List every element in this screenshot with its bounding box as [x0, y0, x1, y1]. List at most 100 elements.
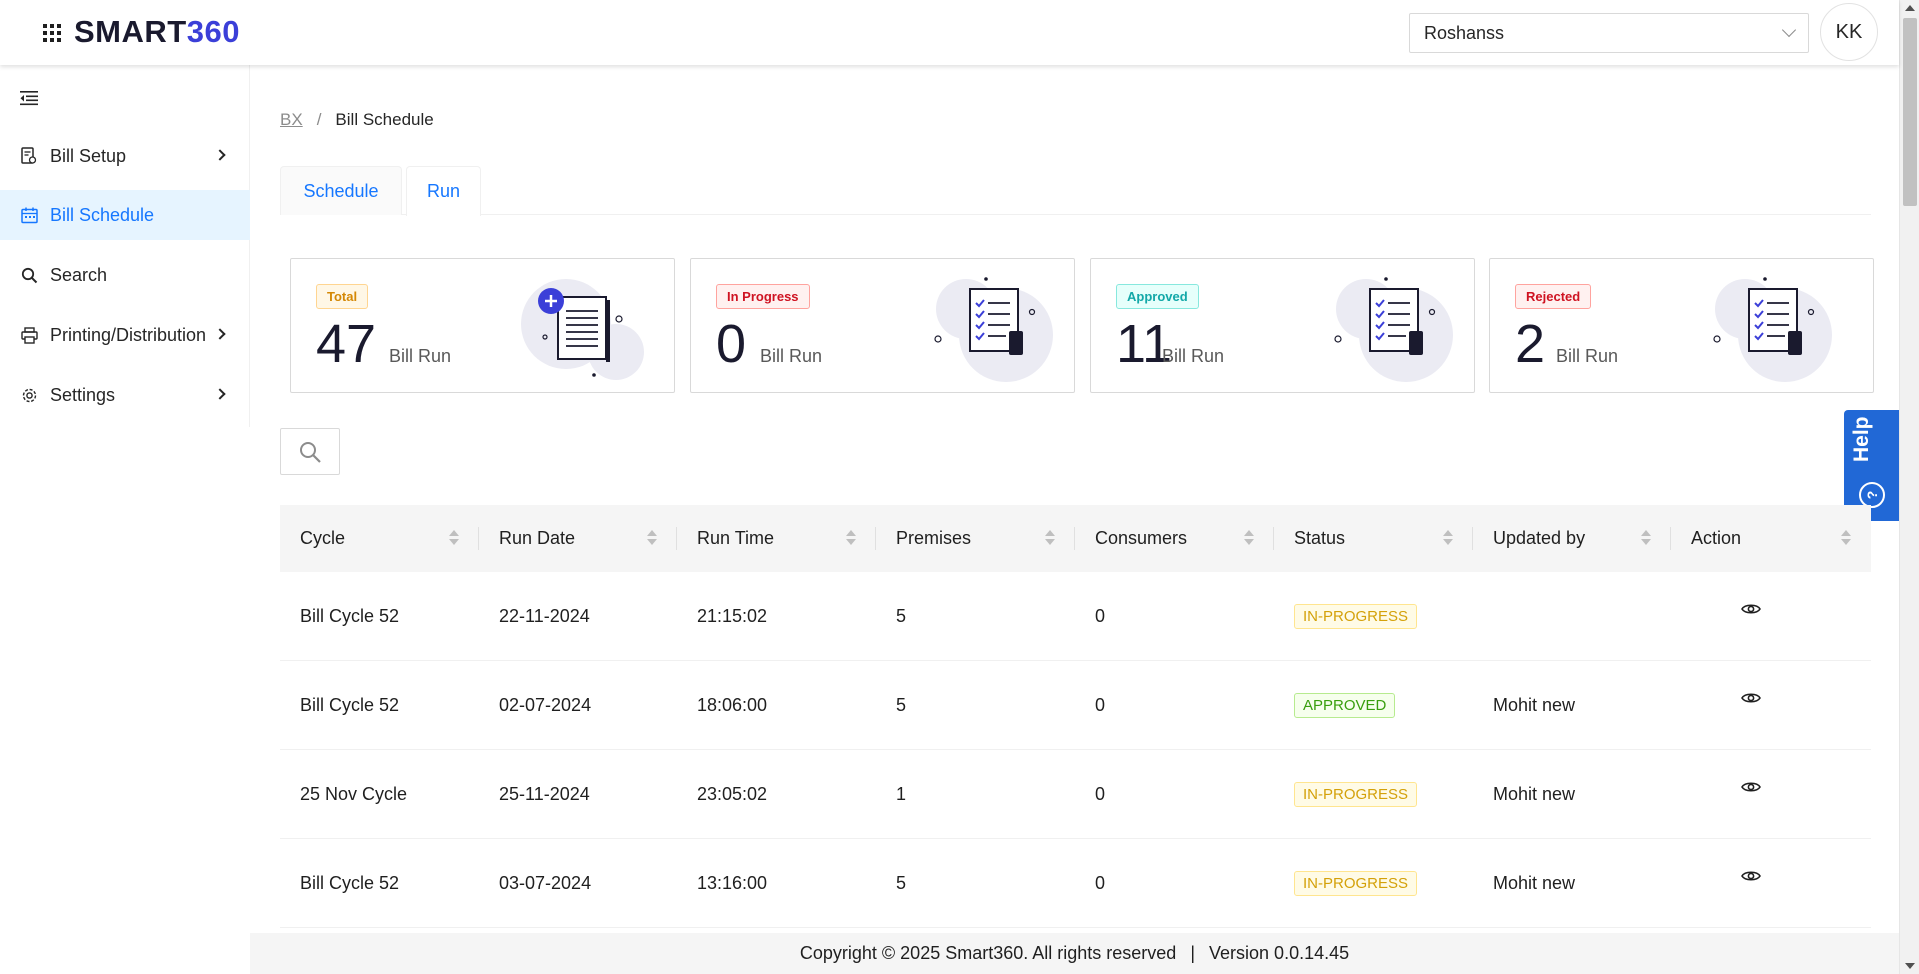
sort-icon[interactable] — [1641, 530, 1651, 546]
cell-status: IN-PROGRESS — [1274, 572, 1473, 660]
sidebar-item-bill-setup[interactable]: Bill Setup — [0, 131, 250, 181]
stat-card-in-progress: In Progress 0 Bill Run — [690, 258, 1075, 393]
eye-icon[interactable] — [1741, 869, 1761, 883]
stat-card-total: Total 47 Bill Run — [290, 258, 675, 393]
stat-value: 47 — [316, 314, 377, 374]
column-header-label: Premises — [896, 528, 972, 548]
sort-icon[interactable] — [449, 530, 459, 546]
help-label: Help — [1850, 416, 1873, 462]
cell-cycle: Bill Cycle 52 — [300, 694, 400, 715]
sidebar-item-label: Bill Setup — [50, 145, 127, 166]
breadcrumb-separator: / — [316, 110, 322, 129]
column-header-cycle[interactable]: Cycle — [280, 505, 479, 572]
sort-icon[interactable] — [846, 530, 856, 546]
cell-cycle: 25 Nov Cycle — [300, 783, 408, 804]
top-header: SMART360 Roshanss KK — [0, 0, 1899, 65]
cell-consumers: 0 — [1095, 783, 1106, 804]
cell-premises: 5 — [896, 872, 907, 893]
cell-run-time: 13:16:00 — [697, 872, 768, 893]
sort-icon[interactable] — [1841, 530, 1851, 546]
menu-collapse-icon[interactable] — [20, 90, 38, 106]
breadcrumb-root-link[interactable]: BX — [280, 110, 303, 130]
status-badge: IN-PROGRESS — [1294, 781, 1418, 807]
sidebar-item-search[interactable]: Search — [0, 250, 250, 300]
bill-setup-icon — [20, 147, 38, 165]
scrollbar-thumb[interactable] — [1903, 18, 1917, 206]
status-badge: Approved — [1116, 284, 1199, 309]
cell-premises: 5 — [896, 605, 907, 626]
cell-updated-by: Mohit new — [1493, 872, 1576, 893]
table-search-button[interactable] — [280, 428, 340, 475]
logo-text-360: 360 — [186, 14, 240, 49]
cell-updated-by: Mohit new — [1493, 783, 1576, 804]
table-row: Bill Cycle 52 03-07-2024 13:16:00 5 0 IN… — [280, 839, 1871, 928]
stat-unit: Bill Run — [389, 346, 452, 366]
sidebar-item-label: Settings — [50, 384, 116, 405]
footer-copyright: Copyright © 2025 Smart360. All rights re… — [799, 943, 1177, 963]
cell-consumers: 0 — [1095, 872, 1106, 893]
app-root: SMART360 Roshanss KK Bill Setup Bill Sch… — [0, 0, 1919, 974]
footer: Copyright © 2025 Smart360. All rights re… — [250, 933, 1899, 974]
avatar[interactable]: KK — [1820, 3, 1878, 61]
column-header-consumers[interactable]: Consumers — [1075, 505, 1274, 572]
sort-icon[interactable] — [1244, 530, 1254, 546]
cell-run-date: 22-11-2024 — [499, 605, 590, 626]
calendar-icon — [20, 206, 38, 224]
tab-schedule[interactable]: Schedule — [280, 166, 402, 215]
status-badge: APPROVED — [1294, 692, 1396, 718]
cell-status: APPROVED — [1274, 661, 1473, 749]
column-header-premises[interactable]: Premises — [876, 505, 1075, 572]
cell-run-date: 02-07-2024 — [499, 694, 592, 715]
column-header-label: Run Date — [499, 528, 576, 548]
scroll-down-arrow-icon[interactable] — [1905, 963, 1915, 969]
column-header-run-date[interactable]: Run Date — [479, 505, 677, 572]
column-header-action[interactable]: Action — [1671, 505, 1871, 572]
cell-cycle: Bill Cycle 52 — [300, 605, 400, 626]
checklist-illustration-icon — [934, 277, 1053, 382]
scroll-up-arrow-icon[interactable] — [1905, 5, 1915, 11]
sidebar-item-settings[interactable]: Settings — [0, 370, 250, 420]
sort-icon[interactable] — [1045, 530, 1055, 546]
breadcrumb: BX / Bill Schedule — [280, 110, 434, 130]
page-scrollbar[interactable] — [1899, 0, 1919, 974]
checklist-illustration-icon — [1334, 277, 1453, 382]
cell-consumers: 0 — [1095, 605, 1106, 626]
cell-run-date: 03-07-2024 — [499, 872, 592, 893]
cell-status: IN-PROGRESS — [1274, 750, 1473, 838]
eye-icon[interactable] — [1741, 780, 1761, 794]
sort-icon[interactable] — [1443, 530, 1453, 546]
tab-bar: Schedule Run — [280, 166, 1871, 216]
search-icon — [20, 266, 38, 284]
cell-action — [1671, 750, 1871, 838]
bill-run-table: Cycle Run Date Run Time Premises Consume… — [280, 505, 1871, 928]
cell-run-time: 21:15:02 — [697, 605, 768, 626]
eye-icon[interactable] — [1741, 691, 1761, 705]
status-badge: In Progress — [716, 284, 810, 309]
status-badge: IN-PROGRESS — [1294, 603, 1418, 629]
sidebar-item-label: Bill Schedule — [50, 204, 155, 225]
cell-action — [1671, 661, 1871, 749]
document-add-illustration-icon — [521, 279, 644, 380]
checklist-illustration-icon — [1713, 277, 1832, 382]
column-header-updated-by[interactable]: Updated by — [1473, 505, 1671, 572]
logo-text-smart: SMART — [74, 14, 187, 49]
sidebar-item-bill-schedule[interactable]: Bill Schedule — [0, 190, 250, 240]
organization-select[interactable]: Roshanss — [1409, 13, 1809, 53]
column-header-label: Updated by — [1493, 528, 1586, 548]
sort-icon[interactable] — [647, 530, 657, 546]
eye-icon[interactable] — [1741, 602, 1761, 616]
column-header-status[interactable]: Status — [1274, 505, 1473, 572]
footer-version: Version 0.0.14.45 — [1209, 943, 1350, 963]
sidebar-item-printing-distribution[interactable]: Printing/Distribution — [0, 310, 250, 360]
column-header-run-time[interactable]: Run Time — [677, 505, 876, 572]
column-header-label: Run Time — [697, 528, 775, 548]
tab-run[interactable]: Run — [406, 166, 481, 216]
apps-grid-icon[interactable] — [43, 24, 61, 42]
sidebar: Bill Setup Bill Schedule Search Printing… — [0, 65, 250, 427]
cell-consumers: 0 — [1095, 694, 1106, 715]
cell-action — [1671, 572, 1871, 660]
column-header-label: Consumers — [1095, 528, 1188, 548]
gear-icon — [20, 386, 38, 404]
logo[interactable]: SMART360 — [74, 14, 240, 50]
cell-action — [1671, 839, 1871, 927]
